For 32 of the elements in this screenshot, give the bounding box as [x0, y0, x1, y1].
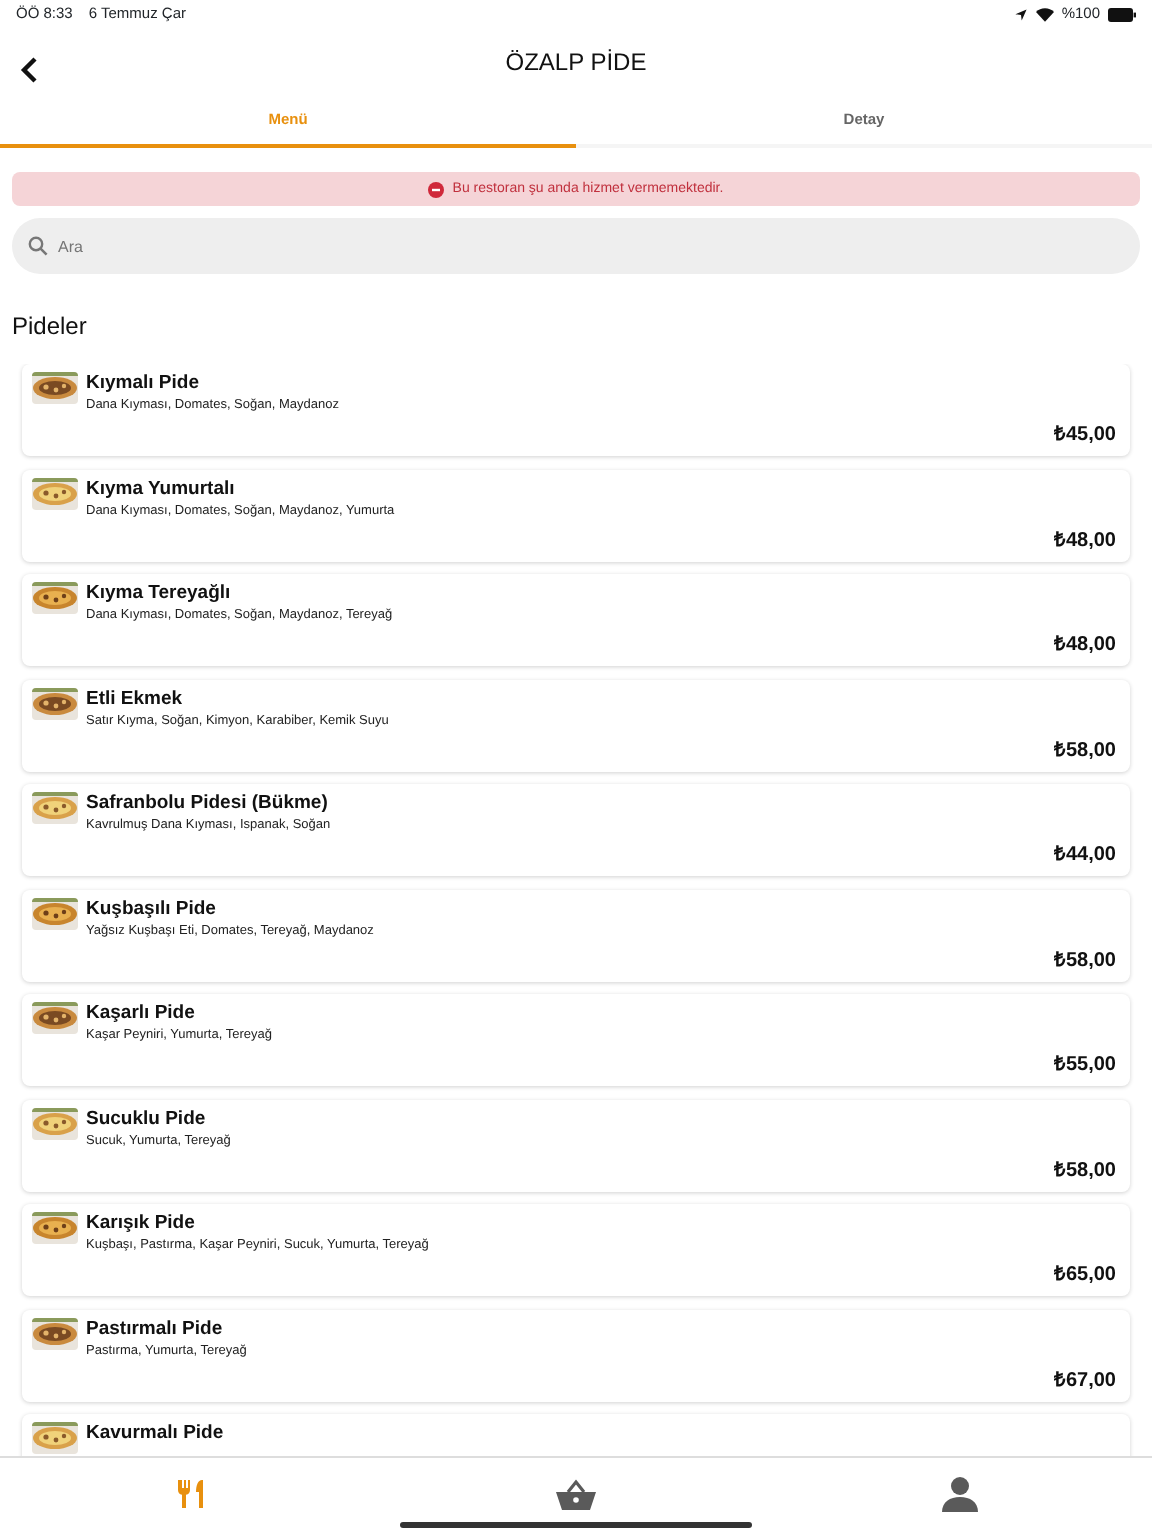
- item-price: ₺58,00: [1053, 947, 1116, 975]
- item-name: Kıyma Tereyağlı: [86, 582, 233, 606]
- item-price: ₺67,00: [1053, 1367, 1116, 1395]
- search-field[interactable]: Ara: [12, 218, 1140, 274]
- item-name: Kıyma Yumurtalı: [86, 477, 237, 501]
- item-price: ₺55,00: [1053, 1052, 1116, 1080]
- item-price: ₺58,00: [1053, 737, 1116, 765]
- item-name: Kıymalı Pide: [86, 372, 201, 396]
- item-name: Kuşbaşılı Pide: [86, 897, 218, 921]
- section-heading: Pideler: [12, 310, 89, 344]
- battery-icon: [1108, 7, 1136, 21]
- location-icon: [1013, 7, 1028, 21]
- page-title: ÖZALP PİDE: [505, 46, 647, 80]
- person-icon: [942, 1475, 978, 1512]
- item-name: Safranbolu Pidesi (Bükme): [86, 792, 330, 816]
- item-price: ₺48,00: [1053, 632, 1116, 660]
- wifi-icon: [1035, 7, 1054, 21]
- item-name: Sucuklu Pide: [86, 1107, 208, 1131]
- item-price: ₺65,00: [1053, 1262, 1116, 1290]
- menu-item-card[interactable]: Kavurmalı Pide: [22, 1414, 1130, 1456]
- item-name: Etli Ekmek: [86, 687, 185, 711]
- item-name: Karışık Pide: [86, 1212, 197, 1236]
- error-icon: [428, 181, 445, 197]
- basket-icon: [556, 1477, 596, 1510]
- item-price: ₺48,00: [1053, 527, 1116, 555]
- fork-knife-icon: [176, 1477, 208, 1510]
- item-name: Kavurmalı Pide: [86, 1422, 224, 1446]
- item-price: ₺44,00: [1053, 842, 1116, 870]
- item-price: ₺58,00: [1053, 1157, 1116, 1185]
- item-name: Kaşarlı Pide: [86, 1002, 197, 1026]
- item-price: ₺45,00: [1053, 422, 1116, 450]
- item-name: Pastırmalı Pide: [86, 1317, 225, 1341]
